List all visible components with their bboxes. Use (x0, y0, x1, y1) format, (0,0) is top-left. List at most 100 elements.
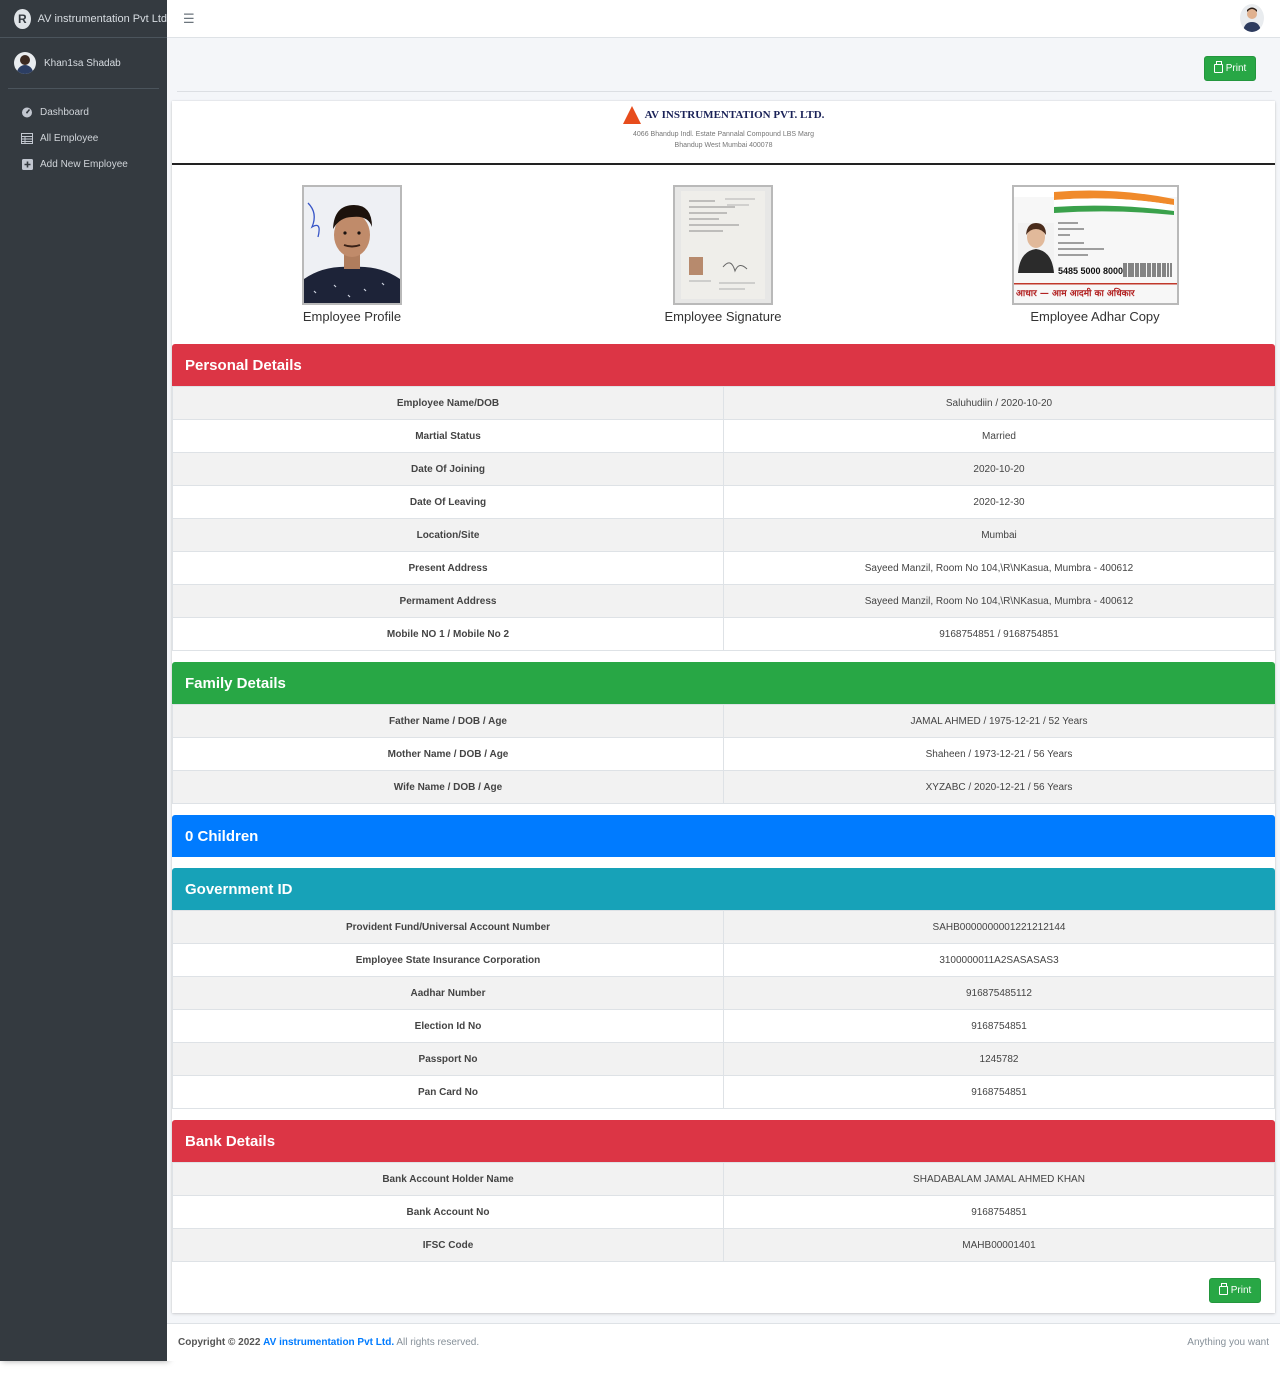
sidebar-item-label: Dashboard (40, 106, 89, 118)
brand-link[interactable]: R AV instrumentation Pvt Ltd (0, 0, 167, 38)
address-line-1: 4066 Bhandup Indl. Estate Pannalal Compo… (633, 131, 814, 138)
sidebar-nav: Dashboard All Employee Add New Employee (0, 99, 167, 177)
row-value: JAMAL AHMED / 1975-12-21 / 52 Years (723, 704, 1275, 738)
address-line-2: Bhandup West Mumbai 400078 (674, 142, 773, 149)
row-label: Wife Name / DOB / Age (172, 770, 724, 804)
menu-toggle-icon[interactable]: ☰ (183, 11, 195, 27)
tachometer-icon (21, 106, 33, 118)
row-label: Father Name / DOB / Age (172, 704, 724, 738)
row-label: Martial Status (172, 419, 724, 453)
row-value: Sayeed Manzil, Room No 104,\R\NKasua, Mu… (723, 551, 1275, 585)
brand-logo-icon: R (14, 8, 31, 29)
family-details-table: Father Name / DOB / Age JAMAL AHMED / 197… (172, 704, 1275, 804)
row-label: Employee Name/DOB (172, 386, 724, 420)
print-button-top[interactable]: Print (1204, 56, 1256, 81)
table-row: Location/Site Mumbai (172, 518, 1275, 552)
adhar-number: 5485 5000 8000 (1058, 266, 1123, 276)
adhar-caption: Employee Adhar Copy (1030, 309, 1160, 324)
print-label: Print (1225, 63, 1247, 74)
sidebar-item-label: All Employee (40, 132, 99, 144)
company-letterhead: AV INSTRUMENTATION PVT. LTD. 4066 Bhandu… (172, 101, 1275, 165)
adhar-tagline: आधार — आम आदमी का अधिकार (1016, 287, 1135, 299)
main-content: Print AV INSTRUMENTATION PVT. LTD. 4066 … (167, 38, 1280, 1323)
user-avatar (14, 52, 36, 74)
print-button-bottom[interactable]: Print (1209, 1278, 1261, 1303)
table-row: Present Address Sayeed Manzil, Room No 10… (172, 551, 1275, 585)
personal-details-header: Personal Details (172, 344, 1275, 386)
row-value: 1245782 (723, 1042, 1275, 1076)
family-details-header: Family Details (172, 662, 1275, 704)
table-row: Pan Card No 9168754851 (172, 1075, 1275, 1109)
company-name: AV INSTRUMENTATION PVT. LTD. (644, 109, 825, 121)
table-row: Passport No 1245782 (172, 1042, 1275, 1076)
government-id-header: Government ID (172, 868, 1275, 910)
row-value: 3100000011A2SASASAS3 (723, 943, 1275, 977)
row-value: 2020-12-30 (723, 485, 1275, 519)
divider (177, 91, 1272, 92)
table-icon (21, 132, 33, 144)
row-label: Employee State Insurance Corporation (172, 943, 724, 977)
row-label: Bank Account Holder Name (172, 1162, 724, 1196)
sidebar: R AV instrumentation Pvt Ltd Khan1sa Sha… (0, 0, 167, 1361)
footer-copyright: Copyright © 2022 AV instrumentation Pvt … (178, 1337, 479, 1348)
profile-caption: Employee Profile (302, 309, 402, 324)
table-row: Bank Account No 9168754851 (172, 1195, 1275, 1229)
employee-detail-card: AV INSTRUMENTATION PVT. LTD. 4066 Bhandu… (172, 101, 1275, 1313)
table-row: Employee State Insurance Corporation 3100… (172, 943, 1275, 977)
row-label: Provident Fund/Universal Account Number (172, 910, 724, 944)
row-label: Mother Name / DOB / Age (172, 737, 724, 771)
row-value: SHADABALAM JAMAL AHMED KHAN (723, 1162, 1275, 1196)
top-user-avatar[interactable] (1240, 4, 1264, 32)
table-row: Employee Name/DOB Saluhudiin / 2020-10-20 (172, 386, 1275, 420)
row-label: Aadhar Number (172, 976, 724, 1010)
row-value: Saluhudiin / 2020-10-20 (723, 386, 1275, 420)
table-row: Mother Name / DOB / Age Shaheen / 1973-12… (172, 737, 1275, 771)
row-value: XYZABC / 2020-12-21 / 56 Years (723, 770, 1275, 804)
row-value: 9168754851 (723, 1075, 1275, 1109)
plus-square-icon (21, 158, 33, 170)
table-row: Mobile NO 1 / Mobile No 2 9168754851 / 91… (172, 617, 1275, 651)
row-label: Date Of Leaving (172, 485, 724, 519)
bank-details-header: Bank Details (172, 1120, 1275, 1162)
table-row: Date Of Leaving 2020-12-30 (172, 485, 1275, 519)
personal-details-table: Employee Name/DOB Saluhudiin / 2020-10-20… (172, 386, 1275, 651)
row-value: MAHB00001401 (723, 1228, 1275, 1262)
table-row: Bank Account Holder Name SHADABALAM JAMAL… (172, 1162, 1275, 1196)
table-row: Martial Status Married (172, 419, 1275, 453)
row-label: Election Id No (172, 1009, 724, 1043)
user-panel[interactable]: Khan1sa Shadab (8, 38, 159, 89)
row-label: Passport No (172, 1042, 724, 1076)
row-label: Permament Address (172, 584, 724, 618)
table-row: Permament Address Sayeed Manzil, Room No … (172, 584, 1275, 618)
company-logo-icon (622, 106, 641, 124)
print-label: Print (1230, 1285, 1252, 1296)
government-id-table: Provident Fund/Universal Account Number S… (172, 910, 1275, 1109)
sidebar-item-label: Add New Employee (40, 158, 128, 170)
row-value: 9168754851 / 9168754851 (723, 617, 1275, 651)
company-name-row: AV INSTRUMENTATION PVT. LTD. (622, 106, 825, 124)
row-label: Mobile NO 1 / Mobile No 2 (172, 617, 724, 651)
adhar-photo-block: 5485 5000 8000 आधार — आम आदमी का अधिकार … (1010, 185, 1180, 324)
sidebar-item-dashboard[interactable]: Dashboard (0, 99, 167, 125)
profile-photo[interactable] (302, 185, 402, 305)
row-value: 9168754851 (723, 1009, 1275, 1043)
profile-photo-block: Employee Profile (292, 185, 412, 324)
signature-caption: Employee Signature (664, 309, 782, 324)
table-row: Provident Fund/Universal Account Number S… (172, 910, 1275, 944)
sidebar-item-all-employee[interactable]: All Employee (0, 125, 167, 151)
adhar-photo[interactable]: 5485 5000 8000 आधार — आम आदमी का अधिकार (1011, 185, 1179, 305)
row-label: Pan Card No (172, 1075, 724, 1109)
sidebar-item-add-new-employee[interactable]: Add New Employee (0, 151, 167, 177)
table-row: Father Name / DOB / Age JAMAL AHMED / 197… (172, 704, 1275, 738)
footer-right-text: Anything you want (1187, 1337, 1269, 1348)
rights-text: All rights reserved. (396, 1337, 480, 1348)
children-header: 0 Children (172, 815, 1275, 857)
copyright-text: Copyright © 2022 (178, 1337, 261, 1348)
print-icon (1213, 61, 1223, 73)
row-value: Shaheen / 1973-12-21 / 56 Years (723, 737, 1275, 771)
signature-photo[interactable] (673, 185, 773, 305)
table-row: Wife Name / DOB / Age XYZABC / 2020-12-21… (172, 770, 1275, 804)
company-link[interactable]: AV instrumentation Pvt Ltd. (263, 1337, 394, 1348)
row-label: Location/Site (172, 518, 724, 552)
table-row: IFSC Code MAHB00001401 (172, 1228, 1275, 1262)
